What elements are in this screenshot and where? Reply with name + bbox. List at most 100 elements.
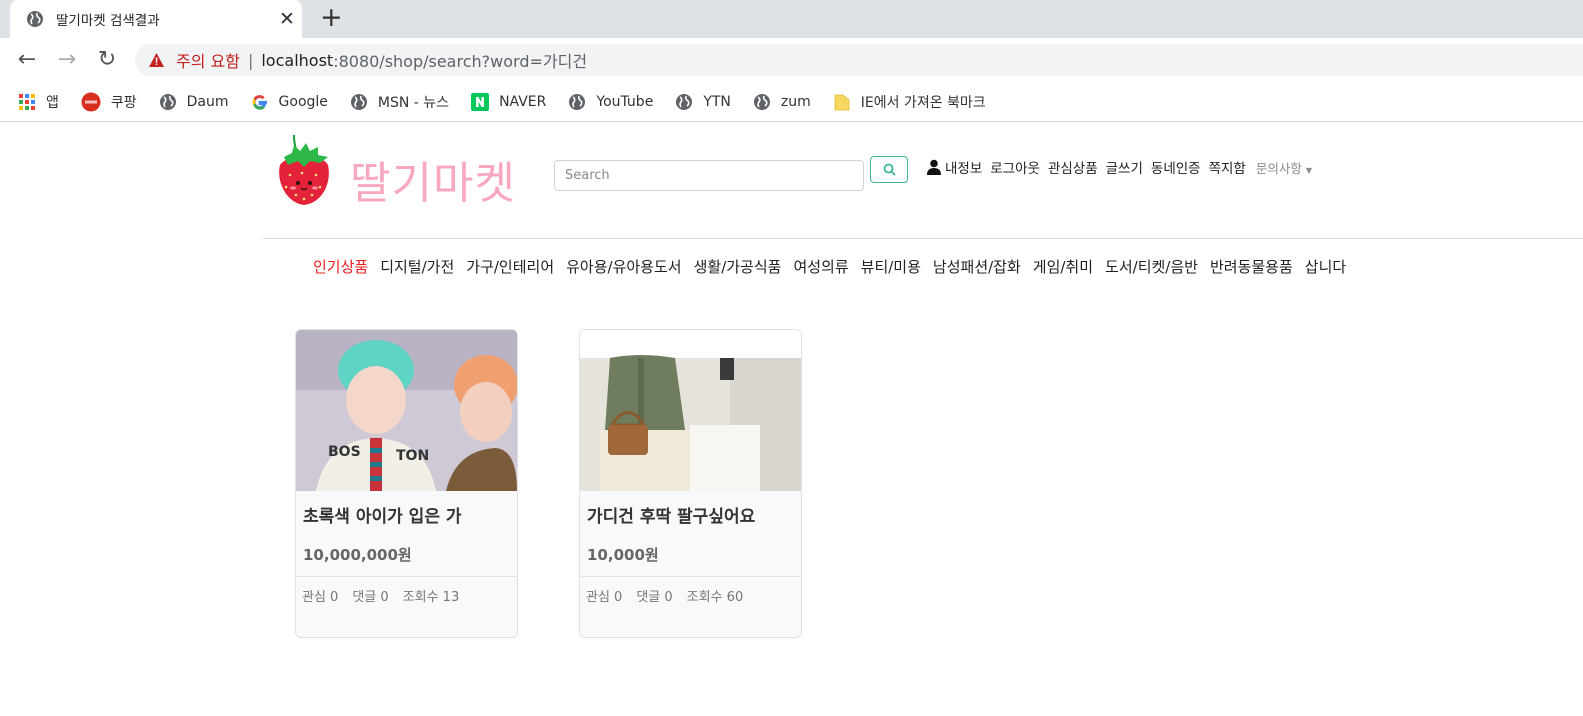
bookmark-coupang[interactable]: 쿠팡 — [81, 92, 137, 112]
category-buying[interactable]: 삽니다 — [1305, 256, 1346, 277]
url-host: localhost — [261, 50, 334, 70]
category-pets[interactable]: 반려동물용품 — [1210, 256, 1293, 277]
product-title[interactable]: 초록색 아이가 입은 가 — [303, 502, 462, 527]
reload-icon[interactable]: ↻ — [95, 48, 119, 72]
wishlist-link[interactable]: 관심상품 — [1048, 157, 1098, 177]
caret-down-icon: ▼ — [1305, 165, 1313, 175]
my-info-link[interactable]: 내정보 — [945, 157, 982, 177]
globe-icon — [350, 93, 367, 110]
globe-icon — [753, 93, 770, 110]
bookmark-label: IE에서 가져온 북마크 — [860, 94, 986, 111]
browser-toolbar: ← → ↻ 주의 요함 | localhost :8080/shop/searc… — [0, 38, 1583, 82]
product-card[interactable]: 가디건 후딱 팔구싶어요 10,000원 관심 0 댓글 0 조회수 60 — [579, 329, 802, 638]
brand-title[interactable]: 딸기마켓 — [350, 147, 516, 211]
coupang-icon — [81, 92, 101, 111]
search-button[interactable] — [870, 156, 908, 183]
bookmark-ie-folder[interactable]: IE에서 가져온 북마크 — [833, 92, 986, 112]
strawberry-logo-icon[interactable] — [272, 131, 340, 207]
category-furniture[interactable]: 가구/인테리어 — [466, 256, 554, 277]
bookmark-daum[interactable]: Daum — [159, 93, 229, 111]
category-popular[interactable]: 인기상품 — [313, 256, 368, 277]
apps-grid-icon — [19, 93, 35, 110]
bookmark-label: YouTube — [596, 93, 654, 110]
bookmark-label: YTN — [703, 93, 731, 110]
product-stats: 관심 0 댓글 0 조회수 60 — [586, 586, 757, 605]
globe-icon — [569, 93, 586, 110]
bookmark-label: zum — [780, 93, 811, 110]
neighborhood-auth-link[interactable]: 동네인증 — [1151, 157, 1201, 177]
card-divider — [580, 576, 801, 577]
bookmark-label: 앱 — [46, 94, 59, 111]
globe-icon — [676, 93, 693, 110]
bookmark-label: 쿠팡 — [110, 94, 137, 111]
product-photo-1: BOS TON — [296, 330, 517, 491]
category-games[interactable]: 게임/취미 — [1033, 256, 1093, 277]
product-card[interactable]: BOS TON 초록색 아이가 입은 가 10,000,000원 관심 0 댓글… — [295, 329, 518, 638]
globe-icon — [27, 11, 43, 27]
product-stats: 관심 0 댓글 0 조회수 13 — [302, 586, 473, 605]
bookmarks-bar: 앱 쿠팡 Daum Google MSN - 뉴스 NAVER YouTube … — [0, 82, 1583, 122]
product-image[interactable]: BOS TON — [296, 330, 517, 491]
folder-icon — [834, 94, 850, 110]
bookmark-naver[interactable]: NAVER — [471, 92, 547, 111]
bookmark-label: MSN - 뉴스 — [377, 94, 450, 111]
bookmark-msn[interactable]: MSN - 뉴스 — [350, 92, 449, 112]
bookmark-youtube[interactable]: YouTube — [568, 93, 653, 111]
product-title[interactable]: 가디건 후딱 팔구싶어요 — [587, 502, 755, 527]
view-count: 조회수 13 — [402, 590, 460, 605]
messages-link[interactable]: 쪽지함 — [1209, 157, 1246, 177]
user-menu: 내정보 로그아웃 관심상품 글쓰기 동네인증 쪽지함 문의사항 ▼ — [926, 157, 1312, 177]
category-kids[interactable]: 유아용/유아용도서 — [566, 256, 681, 277]
bookmark-label: Daum — [186, 93, 229, 110]
card-divider — [296, 576, 517, 577]
product-image[interactable] — [580, 330, 801, 491]
inquiry-label: 문의사항 — [1255, 160, 1302, 176]
back-icon[interactable]: ← — [15, 48, 39, 72]
url-separator: | — [247, 50, 254, 70]
interest-count: 관심 0 — [302, 590, 339, 605]
category-living[interactable]: 생활/가공식품 — [694, 256, 782, 277]
bookmark-ytn[interactable]: YTN — [675, 93, 731, 111]
security-warning: 주의 요함 — [176, 52, 240, 71]
search-input[interactable] — [554, 160, 864, 191]
person-icon — [927, 159, 941, 175]
bookmark-google[interactable]: Google — [251, 93, 328, 111]
bookmark-apps[interactable]: 앱 — [18, 92, 59, 112]
svg-text:BOS: BOS — [328, 444, 361, 460]
tab-strip: 딸기마켓 검색결과 ✕ + — [0, 0, 1583, 38]
warning-icon — [149, 53, 164, 67]
category-womens-clothing[interactable]: 여성의류 — [793, 256, 848, 277]
inquiry-dropdown[interactable]: 문의사항 ▼ — [1256, 158, 1312, 177]
browser-tab[interactable]: 딸기마켓 검색결과 ✕ — [10, 0, 302, 38]
product-price: 10,000원 — [587, 546, 659, 564]
url-path: :8080/shop/search?word=가디건 — [333, 52, 588, 71]
view-count: 조회수 60 — [686, 590, 744, 605]
comment-count: 댓글 0 — [636, 590, 673, 605]
write-link[interactable]: 글쓰기 — [1106, 157, 1143, 177]
new-tab-icon[interactable]: + — [320, 2, 343, 34]
tab-close-icon[interactable]: ✕ — [272, 8, 302, 30]
comment-count: 댓글 0 — [352, 590, 389, 605]
svg-text:TON: TON — [396, 448, 429, 464]
bookmark-zum[interactable]: zum — [753, 93, 811, 111]
product-photo-2 — [580, 330, 801, 491]
category-beauty[interactable]: 뷰티/미용 — [861, 256, 921, 277]
logout-link[interactable]: 로그아웃 — [990, 157, 1040, 177]
category-digital[interactable]: 디지털/가전 — [380, 256, 454, 277]
tab-title: 딸기마켓 검색결과 — [56, 13, 160, 29]
bookmark-label: NAVER — [499, 93, 547, 110]
category-books[interactable]: 도서/티켓/음반 — [1105, 256, 1198, 277]
forward-icon[interactable]: → — [55, 48, 79, 72]
interest-count: 관심 0 — [586, 590, 623, 605]
search-icon — [883, 163, 896, 176]
bookmark-label: Google — [278, 93, 328, 110]
google-icon — [252, 94, 267, 110]
page-content: 딸기마켓 내정보 로그아웃 관심상품 글쓰기 동네인증 쪽지함 문의사항 ▼ 인… — [0, 123, 1583, 716]
address-bar[interactable]: 주의 요함 | localhost :8080/shop/search?word… — [135, 44, 1583, 76]
naver-icon — [471, 92, 490, 111]
category-nav: 인기상품 디지털/가전 가구/인테리어 유아용/유아용도서 생활/가공식품 여성… — [313, 256, 1358, 277]
category-mens-fashion[interactable]: 남성패션/잡화 — [933, 256, 1021, 277]
header-divider — [263, 238, 1583, 239]
product-price: 10,000,000원 — [303, 546, 412, 564]
globe-icon — [159, 93, 176, 110]
